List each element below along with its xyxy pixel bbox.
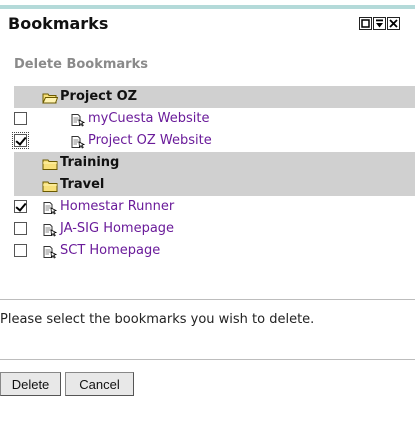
folder-icon[interactable]	[42, 156, 58, 170]
bookmark-link[interactable]: SCT Homepage	[60, 243, 160, 258]
folder-row: Training	[14, 152, 415, 174]
folder-row: Travel	[14, 174, 415, 196]
bookmark-link[interactable]: JA-SIG Homepage	[60, 221, 174, 236]
bookmark-icon	[42, 200, 58, 215]
bookmark-tree: Project OZ myCuesta Website Project OZ Web…	[12, 86, 415, 262]
minimize-icon[interactable]	[359, 17, 372, 30]
instruction-message: Please select the bookmarks you wish to …	[0, 312, 340, 328]
bookmark-icon	[42, 222, 58, 237]
bookmark-link[interactable]: Project OZ Website	[88, 133, 212, 148]
bookmark-checkbox[interactable]	[14, 222, 27, 235]
bookmark-icon	[70, 112, 86, 127]
bookmark-link[interactable]: Homestar Runner	[60, 199, 174, 214]
bookmark-icon	[42, 244, 58, 259]
close-icon[interactable]	[387, 17, 400, 30]
bookmark-row: myCuesta Website	[14, 108, 415, 130]
window-controls	[359, 17, 400, 31]
bookmark-link[interactable]: myCuesta Website	[88, 111, 209, 126]
bookmark-row: Homestar Runner	[14, 196, 415, 218]
instruction-text: Please select the bookmarks you wish to …	[0, 312, 315, 327]
section-subtitle: Delete Bookmarks	[14, 57, 148, 72]
bookmark-row: JA-SIG Homepage	[14, 218, 415, 240]
delete-button[interactable]: Delete	[0, 372, 61, 396]
divider	[0, 359, 415, 360]
folder-label[interactable]: Training	[60, 155, 119, 170]
bookmark-checkbox[interactable]	[12, 132, 29, 149]
bookmark-checkbox[interactable]	[14, 200, 27, 213]
folder-label[interactable]: Project OZ	[60, 89, 137, 104]
folder-icon[interactable]	[42, 178, 58, 192]
maximize-icon[interactable]	[373, 17, 386, 30]
divider	[0, 299, 415, 300]
bookmark-row: SCT Homepage	[14, 240, 415, 262]
cancel-button[interactable]: Cancel	[65, 372, 134, 396]
folder-open-icon[interactable]	[42, 90, 59, 104]
bookmark-row: Project OZ Website	[12, 130, 415, 152]
folder-row: Project OZ	[14, 86, 415, 108]
channel-title: Bookmarks	[8, 14, 109, 33]
folder-label[interactable]: Travel	[60, 177, 104, 192]
bookmark-checkbox[interactable]	[14, 112, 27, 125]
bookmark-checkbox[interactable]	[14, 244, 27, 257]
bookmark-icon	[70, 134, 86, 149]
channel-header: Bookmarks	[0, 9, 415, 38]
